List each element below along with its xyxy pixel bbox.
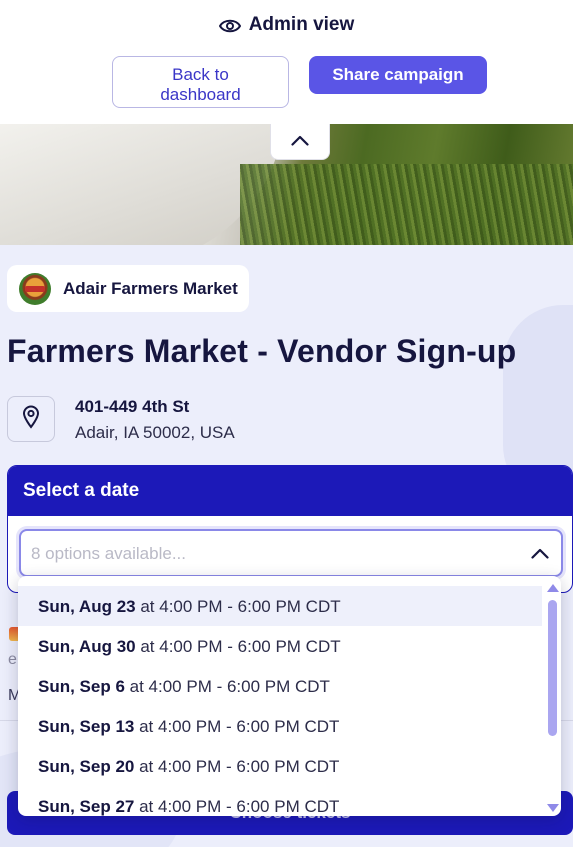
date-option[interactable]: Sun, Aug 30 at 4:00 PM - 6:00 PM CDT — [18, 626, 542, 666]
date-option-day: Sun, Sep 6 — [38, 677, 125, 696]
back-to-dashboard-button[interactable]: Back to dashboard — [112, 56, 289, 108]
date-select-placeholder: 8 options available... — [31, 544, 186, 563]
chevron-up-icon — [531, 544, 549, 564]
organization-chip[interactable]: Adair Farmers Market — [7, 265, 249, 312]
date-option-time: at 4:00 PM - 6:00 PM CDT — [135, 597, 341, 616]
date-option-time: at 4:00 PM - 6:00 PM CDT — [124, 677, 330, 696]
map-pin-icon — [22, 405, 40, 434]
date-option-time: at 4:00 PM - 6:00 PM CDT — [134, 757, 340, 776]
location-street: 401-449 4th St — [75, 397, 190, 416]
date-option-time: at 4:00 PM - 6:00 PM CDT — [135, 637, 341, 656]
date-selection-card: Select a date 8 options available... — [7, 465, 573, 593]
cover-image-grass — [240, 164, 573, 245]
location-icon-box — [7, 396, 55, 442]
date-option-day: Sun, Aug 30 — [38, 637, 136, 656]
scroll-up-arrow-icon[interactable] — [547, 584, 559, 592]
chevron-up-icon — [291, 133, 309, 151]
date-option-day: Sun, Sep 13 — [38, 717, 135, 736]
date-option[interactable]: Sun, Sep 13 at 4:00 PM - 6:00 PM CDT — [18, 706, 542, 746]
dropdown-scrollbar[interactable] — [547, 584, 559, 812]
campaign-title: Farmers Market - Vendor Sign-up — [7, 333, 517, 369]
admin-view-indicator: Admin view — [0, 14, 573, 40]
scrollbar-thumb[interactable] — [548, 600, 557, 736]
date-option-day: Sun, Aug 23 — [38, 597, 136, 616]
date-select-input[interactable]: 8 options available... — [19, 529, 563, 577]
date-option[interactable]: Sun, Sep 6 at 4:00 PM - 6:00 PM CDT — [18, 666, 542, 706]
date-option-time: at 4:00 PM - 6:00 PM CDT — [134, 717, 340, 736]
collapse-cover-button[interactable] — [270, 124, 330, 160]
organization-name: Adair Farmers Market — [63, 278, 238, 298]
share-campaign-button[interactable]: Share campaign — [309, 56, 487, 94]
date-options-dropdown: Sun, Aug 23 at 4:00 PM - 6:00 PM CDT Sun… — [18, 576, 561, 816]
date-option-day: Sun, Sep 27 — [38, 797, 135, 816]
date-selection-heading: Select a date — [8, 466, 572, 516]
date-option[interactable]: Sun, Sep 20 at 4:00 PM - 6:00 PM CDT — [18, 746, 542, 786]
admin-view-label: Admin view — [248, 14, 355, 35]
organization-logo — [19, 272, 51, 305]
date-option-time: at 4:00 PM - 6:00 PM CDT — [134, 797, 340, 816]
date-option-day: Sun, Sep 20 — [38, 757, 135, 776]
ticket-description-text: e — [8, 651, 17, 668]
eye-icon — [218, 18, 241, 40]
scroll-down-arrow-icon[interactable] — [547, 804, 559, 812]
location-city: Adair, IA 50002, USA — [75, 423, 235, 442]
admin-bar: Admin view Back to dashboard Share campa… — [0, 0, 573, 124]
date-option[interactable]: Sun, Sep 27 at 4:00 PM - 6:00 PM CDT — [18, 786, 542, 816]
date-option[interactable]: Sun, Aug 23 at 4:00 PM - 6:00 PM CDT — [18, 586, 542, 626]
